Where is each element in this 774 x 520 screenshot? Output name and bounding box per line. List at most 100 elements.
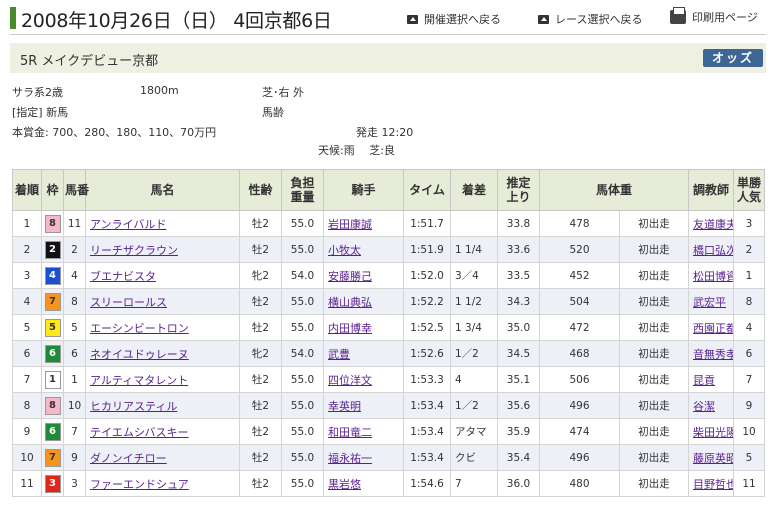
horse-number: 5 xyxy=(63,314,86,341)
sex-age: 牡2 xyxy=(239,314,282,341)
jockey-link[interactable]: 四位洋文 xyxy=(328,374,372,387)
trainer-link[interactable]: 谷潔 xyxy=(693,400,715,413)
trainer-link[interactable]: 目野哲也 xyxy=(693,478,733,491)
horse-name-link[interactable]: ヒカリアスティル xyxy=(90,400,177,413)
weight-change: 初出走 xyxy=(618,210,690,237)
win-popularity: 7 xyxy=(733,366,765,393)
waku-badge: 7 xyxy=(44,448,61,467)
col-jockey: 騎手 xyxy=(323,169,404,211)
trainer-cell: 西園正都 xyxy=(688,314,735,341)
jockey-link[interactable]: 岩田康誠 xyxy=(328,218,372,231)
jockey-link[interactable]: 内田博幸 xyxy=(328,322,372,335)
trainer-link[interactable]: 昆貢 xyxy=(693,374,715,387)
body-weight: 478 xyxy=(539,210,620,237)
horse-name-link[interactable]: リーチザクラウン xyxy=(90,244,178,257)
race-start-time: 発走 12:20 xyxy=(356,126,414,139)
sex-age: 牝2 xyxy=(239,262,282,289)
finish-time: 1:51.9 xyxy=(403,236,451,263)
jockey-link[interactable]: 横山典弘 xyxy=(328,296,372,309)
waku-badge: 5 xyxy=(44,318,61,337)
finish-margin: 3／4 xyxy=(450,262,498,289)
horse-name-link[interactable]: アルティマタレント xyxy=(90,374,188,387)
trainer-link[interactable]: 藤原英昭 xyxy=(693,452,733,465)
trainer-cell: 友道康夫 xyxy=(688,210,735,237)
trainer-cell: 谷潔 xyxy=(688,392,735,419)
waku-cell: 7 xyxy=(41,288,64,315)
trainer-link[interactable]: 柴田光陽 xyxy=(693,426,733,439)
sex-age: 牡2 xyxy=(239,418,282,445)
horse-name-link[interactable]: テイエムシバスキー xyxy=(90,426,189,439)
jockey-link[interactable]: 小牧太 xyxy=(328,244,361,257)
finish-margin: 1 3/4 xyxy=(450,314,498,341)
title-accent-bar xyxy=(10,7,16,29)
win-popularity: 1 xyxy=(733,262,765,289)
print-page-link[interactable]: 印刷用ページ xyxy=(670,7,758,25)
horse-name-link[interactable]: ダノンイチロー xyxy=(90,452,167,465)
jockey-link[interactable]: 幸英明 xyxy=(328,400,361,413)
last-3f-time: 36.0 xyxy=(497,470,540,497)
trainer-cell: 音無秀孝 xyxy=(688,340,735,367)
jockey-link[interactable]: 安藤勝己 xyxy=(328,270,372,283)
trainer-cell: 橋口弘次郎 xyxy=(688,236,735,263)
horse-name-link[interactable]: ネオイユドゥレーヌ xyxy=(90,348,189,361)
carried-weight: 55.0 xyxy=(281,470,324,497)
odds-button[interactable]: オッズ xyxy=(703,49,763,67)
waku-badge: 6 xyxy=(44,344,61,363)
horse-name-cell: ダノンイチロー xyxy=(85,444,240,471)
waku-cell: 8 xyxy=(41,392,64,419)
sex-age: 牡2 xyxy=(239,366,282,393)
finish-time: 1:52.0 xyxy=(403,262,451,289)
win-popularity: 6 xyxy=(733,340,765,367)
trainer-cell: 藤原英昭 xyxy=(688,444,735,471)
last-3f-time: 34.5 xyxy=(497,340,540,367)
horse-name-link[interactable]: エーシンビートロン xyxy=(90,322,189,335)
waku-badge: 7 xyxy=(44,292,61,311)
results-body: 1 8 11 アンライバルド 牡2 55.0 岩田康誠 1:51.7 33.8 478 初出走 友道康… xyxy=(12,210,765,497)
horse-number: 1 xyxy=(63,366,86,393)
jockey-link[interactable]: 福永祐一 xyxy=(328,452,372,465)
body-weight: 472 xyxy=(539,314,620,341)
jockey-link[interactable]: 和田竜二 xyxy=(328,426,372,439)
back-to-race-link[interactable]: レース選択へ戻る xyxy=(538,11,642,27)
col-umaban-label: 馬番 xyxy=(64,183,89,197)
jockey-link[interactable]: 黒岩悠 xyxy=(328,478,361,491)
race-surface: 芝･右 外 xyxy=(262,86,304,99)
result-row: 9 6 7 テイエムシバスキー 牡2 55.0 和田竜二 1:53.4 アタマ 35.9 474 初出… xyxy=(12,418,765,445)
trainer-link[interactable]: 橋口弘次郎 xyxy=(693,244,733,257)
race-distance: 1800m xyxy=(140,84,179,97)
back-arrow-icon xyxy=(538,15,549,24)
header-divider xyxy=(10,34,766,35)
last-3f-time: 35.0 xyxy=(497,314,540,341)
body-weight: 520 xyxy=(539,236,620,263)
horse-name-link[interactable]: スリーロールス xyxy=(90,296,167,309)
col-trainer: 調教師 xyxy=(688,169,735,211)
jockey-cell: 武豊 xyxy=(323,340,404,367)
trainer-link[interactable]: 音無秀孝 xyxy=(693,348,733,361)
trainer-link[interactable]: 松田博資 xyxy=(693,270,733,283)
last-3f-time: 33.5 xyxy=(497,262,540,289)
trainer-cell: 松田博資 xyxy=(688,262,735,289)
horse-name-link[interactable]: ブエナビスタ xyxy=(90,270,156,283)
jockey-link[interactable]: 武豊 xyxy=(328,348,350,361)
horse-number: 10 xyxy=(63,392,86,419)
weight-change: 初出走 xyxy=(618,314,690,341)
weight-change: 初出走 xyxy=(618,262,690,289)
body-weight: 506 xyxy=(539,366,620,393)
carried-weight: 55.0 xyxy=(281,236,324,263)
finish-margin: 1 1/2 xyxy=(450,288,498,315)
finish-margin: 1／2 xyxy=(450,392,498,419)
weight-change: 初出走 xyxy=(618,288,690,315)
horse-name-link[interactable]: アンライバルド xyxy=(90,218,166,231)
back-to-meeting-link[interactable]: 開催選択へ戻る xyxy=(407,11,501,27)
col-rank: 着順 xyxy=(12,169,42,211)
horse-name-link[interactable]: ファーエンドシュア xyxy=(90,478,189,491)
jockey-cell: 四位洋文 xyxy=(323,366,404,393)
trainer-link[interactable]: 友道康夫 xyxy=(693,218,733,231)
carried-weight: 55.0 xyxy=(281,210,324,237)
finish-margin: 1 1/4 xyxy=(450,236,498,263)
waku-cell: 8 xyxy=(41,210,64,237)
carried-weight: 55.0 xyxy=(281,418,324,445)
jockey-cell: 岩田康誠 xyxy=(323,210,404,237)
trainer-link[interactable]: 西園正都 xyxy=(693,322,733,335)
trainer-link[interactable]: 武宏平 xyxy=(693,296,726,309)
